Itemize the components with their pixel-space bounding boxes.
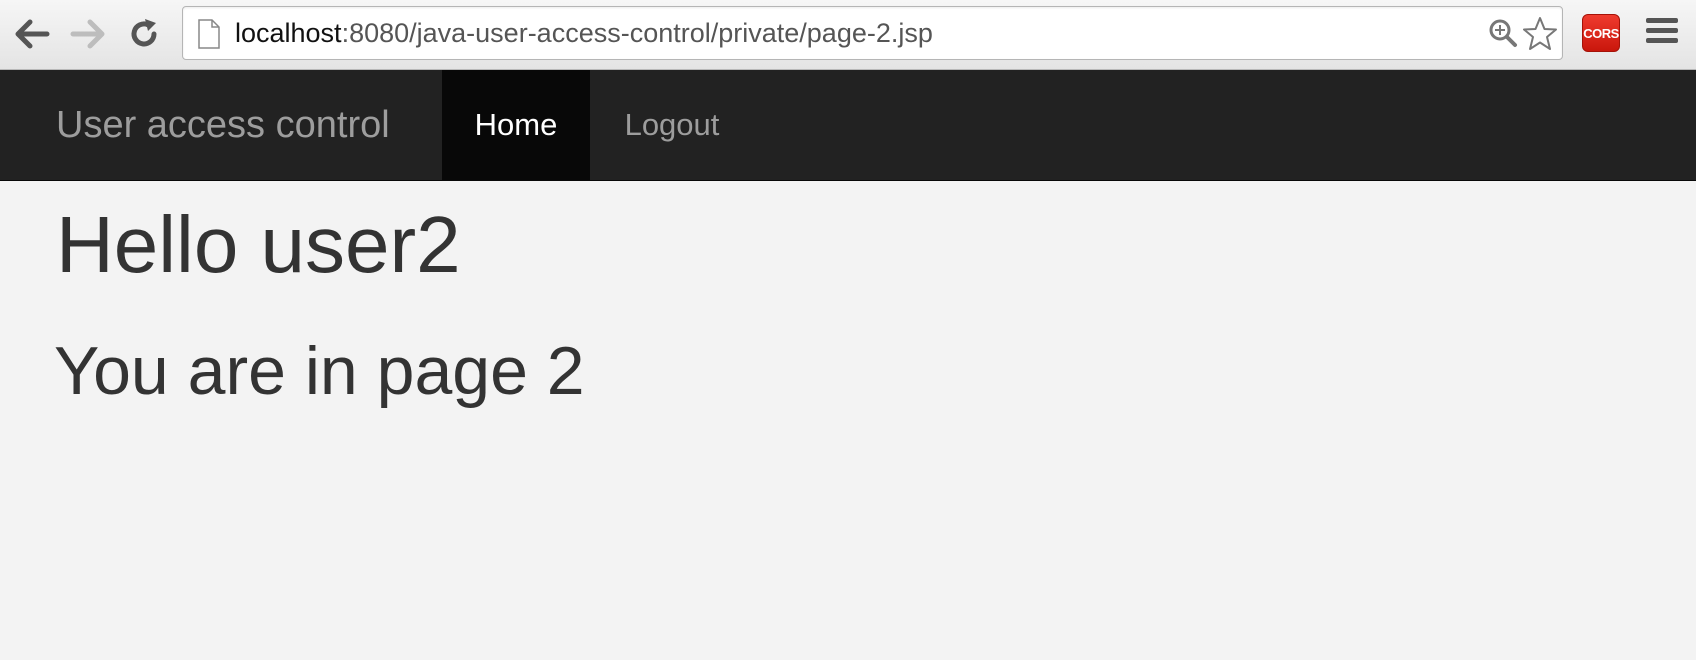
url-text[interactable]: localhost:8080/java-user-access-control/… [235,7,933,59]
hamburger-menu-icon[interactable] [1646,18,1678,48]
greeting-heading: Hello user2 [56,200,461,289]
address-bar[interactable]: localhost:8080/java-user-access-control/… [182,6,1563,60]
browser-toolbar: localhost:8080/java-user-access-control/… [0,0,1696,70]
reload-button[interactable] [124,14,164,54]
back-button[interactable] [12,14,52,54]
nav-home[interactable]: Home [442,70,590,180]
url-path: :8080/java-user-access-control/private/p… [341,18,933,48]
reload-icon [131,19,157,47]
page-heading: You are in page 2 [54,333,585,409]
star-icon[interactable] [1522,16,1558,52]
nav-logout[interactable]: Logout [590,70,754,180]
cors-extension-button[interactable]: CORS [1582,14,1620,52]
app-navbar: User access control Home Logout [0,70,1696,181]
url-host: localhost [235,18,342,48]
forward-arrow-icon [70,19,105,49]
cors-extension-label: CORS [1583,25,1619,41]
page-icon [198,19,220,49]
zoom-icon[interactable] [1488,18,1518,48]
brand-link[interactable]: User access control [56,70,390,180]
back-arrow-icon [15,19,50,49]
forward-button[interactable] [68,14,108,54]
